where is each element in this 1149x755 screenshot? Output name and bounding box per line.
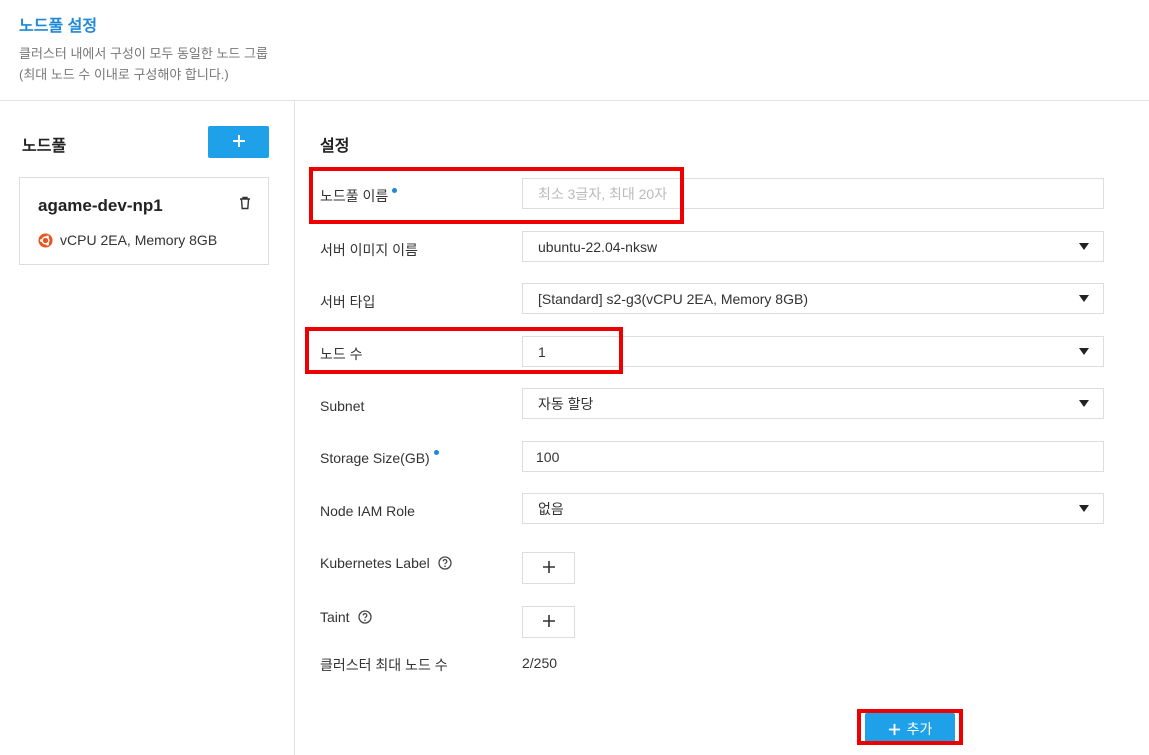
server-type-label: 서버 타입 [320, 294, 376, 310]
nodepool-spec-text: vCPU 2EA, Memory 8GB [60, 232, 218, 248]
add-kubernetes-label-button[interactable] [522, 552, 575, 584]
nodepool-card[interactable]: agame-dev-np1 vCPU 2EA, Memory 8GB [19, 177, 269, 265]
add-nodepool-button[interactable] [208, 126, 269, 158]
plus-icon [542, 614, 555, 627]
nodepool-name-field[interactable] [522, 178, 1104, 209]
add-submit-label: 추가 [906, 721, 933, 737]
subnet-label: Subnet [320, 398, 365, 414]
server-type-value: [Standard] s2-g3(vCPU 2EA, Memory 8GB) [538, 290, 808, 307]
required-dot-icon [392, 187, 398, 193]
plus-icon [232, 134, 245, 147]
kubernetes-label-text: Kubernetes Label [320, 555, 430, 571]
server-image-label: 서버 이미지 이름 [320, 242, 418, 258]
kubernetes-label-label: Kubernetes Label [320, 555, 452, 571]
node-iam-role-label: Node IAM Role [320, 503, 415, 519]
server-image-select[interactable]: ubuntu-22.04-nksw [522, 231, 1104, 262]
panel-divider [294, 101, 295, 755]
caret-down-icon [1079, 243, 1089, 250]
server-image-value: ubuntu-22.04-nksw [538, 238, 658, 255]
nodepool-name: agame-dev-np1 [38, 196, 163, 215]
node-count-label: 노드 수 [320, 346, 363, 362]
help-icon[interactable] [357, 610, 372, 624]
storage-size-field[interactable] [522, 441, 1104, 472]
add-submit-button[interactable]: 추가 [865, 713, 955, 745]
plus-icon [888, 723, 900, 735]
storage-size-input[interactable] [536, 448, 1103, 465]
caret-down-icon [1079, 295, 1089, 302]
nodepool-spec: vCPU 2EA, Memory 8GB [38, 232, 217, 248]
caret-down-icon [1079, 348, 1089, 355]
description-line-2: (최대 노드 수 이내로 구성해야 합니다.) [19, 67, 229, 82]
taint-label: Taint [320, 609, 372, 625]
cluster-max-nodes-label: 클러스터 최대 노드 수 [320, 657, 448, 673]
node-iam-role-value: 없음 [538, 500, 564, 517]
storage-size-label: Storage Size(GB) [320, 449, 439, 466]
node-iam-role-select[interactable]: 없음 [522, 493, 1104, 524]
plus-icon [542, 560, 555, 573]
page-title: 노드풀 설정 [19, 18, 98, 35]
description-line-1: 클러스터 내에서 구성이 모두 동일한 노드 그룹 [19, 46, 268, 61]
nodepool-name-input[interactable] [538, 185, 1103, 202]
cluster-max-nodes-value: 2/250 [522, 655, 558, 671]
node-count-value: 1 [538, 343, 546, 360]
node-count-select[interactable]: 1 [522, 336, 1104, 367]
subnet-value: 자동 할당 [538, 395, 594, 412]
add-taint-button[interactable] [522, 606, 575, 638]
storage-size-label-text: Storage Size(GB) [320, 450, 430, 466]
header-divider [0, 100, 1149, 101]
subnet-select[interactable]: 자동 할당 [522, 388, 1104, 419]
page-description: 클러스터 내에서 구성이 모두 동일한 노드 그룹 (최대 노드 수 이내로 구… [19, 43, 268, 85]
caret-down-icon [1079, 400, 1089, 407]
nodepool-name-label-text: 노드풀 이름 [320, 188, 389, 204]
trash-icon[interactable] [239, 196, 251, 215]
help-icon[interactable] [438, 556, 452, 570]
required-dot-icon [433, 449, 439, 455]
taint-label-text: Taint [320, 609, 350, 625]
caret-down-icon [1079, 505, 1089, 512]
server-type-select[interactable]: [Standard] s2-g3(vCPU 2EA, Memory 8GB) [522, 283, 1104, 314]
nodepool-list-title: 노드풀 [22, 138, 67, 155]
ubuntu-icon [38, 232, 53, 248]
settings-title: 설정 [320, 138, 350, 155]
nodepool-name-label: 노드풀 이름 [320, 186, 398, 206]
page-header: 노드풀 설정 클러스터 내에서 구성이 모두 동일한 노드 그룹 (최대 노드 … [19, 12, 268, 85]
